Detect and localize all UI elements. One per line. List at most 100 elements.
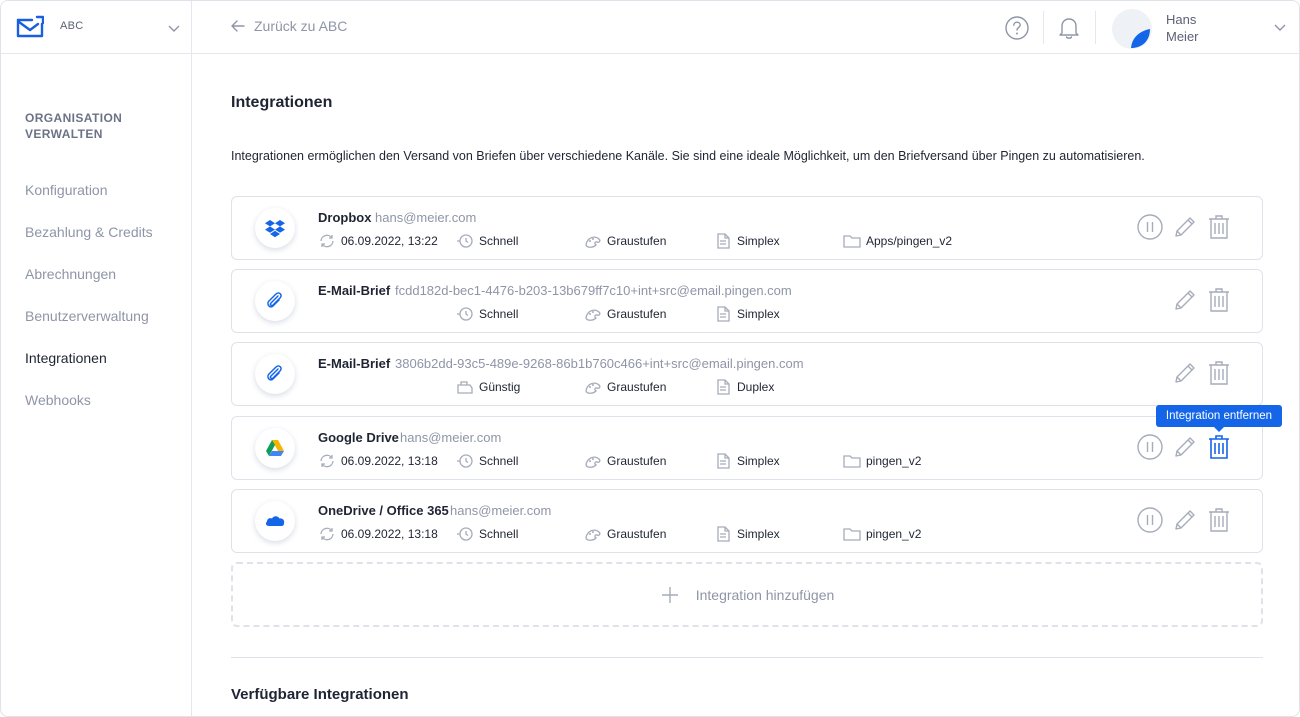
pause-button[interactable] xyxy=(1136,506,1164,534)
delete-tooltip: Integration entfernen xyxy=(1156,405,1282,432)
folder-icon xyxy=(843,528,861,541)
sync-icon xyxy=(320,454,334,468)
sidebar-item-konfiguration[interactable]: Konfiguration xyxy=(25,182,153,224)
integration-name: E-Mail-Brief xyxy=(318,283,391,298)
sidebar-item-abrechnungen[interactable]: Abrechnungen xyxy=(25,266,153,308)
trash-icon xyxy=(1209,361,1229,385)
clock-icon xyxy=(457,234,473,248)
delete-button[interactable] xyxy=(1205,506,1233,534)
clock-icon xyxy=(457,307,473,321)
delivery-speed: Schnell xyxy=(456,526,518,542)
speed-text: Günstig xyxy=(479,380,521,394)
back-link[interactable]: Zurück zu ABC xyxy=(230,18,347,34)
delete-button[interactable] xyxy=(1205,433,1233,461)
delivery-speed: Schnell xyxy=(456,233,518,249)
avatar[interactable] xyxy=(1112,9,1152,49)
paperclip-icon xyxy=(255,281,295,321)
document-icon xyxy=(717,453,730,469)
folder-path: pingen_v2 xyxy=(843,526,921,542)
print-text: Simplex xyxy=(737,527,780,541)
user-first-name: Hans xyxy=(1166,12,1197,27)
divider xyxy=(1095,11,1096,44)
trash-icon xyxy=(1209,508,1229,532)
divider xyxy=(231,657,1263,658)
user-last-name: Meier xyxy=(1166,29,1199,44)
speed-text: Schnell xyxy=(479,527,519,541)
trash-icon xyxy=(1209,435,1229,459)
arrow-left-icon xyxy=(231,20,245,32)
pause-button[interactable] xyxy=(1136,213,1164,241)
clock-icon xyxy=(457,454,473,468)
document-icon xyxy=(717,379,730,395)
edit-button[interactable] xyxy=(1171,506,1199,534)
sidebar-item-webhooks[interactable]: Webhooks xyxy=(25,392,153,434)
trash-icon xyxy=(1209,288,1229,312)
org-name: ABC xyxy=(60,20,84,32)
add-integration-button[interactable]: Integration hinzufügen xyxy=(231,562,1263,627)
top-bar: ABC Zurück zu ABC Hans Meier xyxy=(1,1,1299,54)
integration-account: 3806b2dd-93c5-489e-9268-86b1b760c466+int… xyxy=(395,356,804,371)
delete-button[interactable] xyxy=(1205,213,1233,241)
sync-time-text: 06.09.2022, 13:18 xyxy=(341,454,438,468)
color-text: Graustufen xyxy=(607,234,667,248)
trash-icon xyxy=(1209,215,1229,239)
integration-card-email-2: E-Mail-Brief 3806b2dd-93c5-489e-9268-86b… xyxy=(231,342,1263,406)
print-mode: Simplex xyxy=(714,233,780,249)
pencil-icon xyxy=(1175,363,1195,383)
color-mode: Graustufen xyxy=(584,526,666,542)
sidebar-nav: Konfiguration Bezahlung & Credits Abrech… xyxy=(25,182,153,434)
edit-button[interactable] xyxy=(1171,213,1199,241)
edit-button[interactable] xyxy=(1171,433,1199,461)
print-mode: Simplex xyxy=(714,306,780,322)
onedrive-icon xyxy=(255,501,295,541)
sync-icon xyxy=(320,234,334,248)
palette-icon xyxy=(585,236,601,248)
edit-button[interactable] xyxy=(1171,286,1199,314)
pause-icon xyxy=(1137,507,1163,533)
mail-logo-icon xyxy=(16,15,44,38)
palette-icon xyxy=(585,529,601,541)
org-switcher[interactable]: ABC xyxy=(1,1,192,54)
integration-card-email-1: E-Mail-Brief fcdd182d-bec1-4476-b203-13b… xyxy=(231,269,1263,333)
help-icon[interactable] xyxy=(1004,15,1030,41)
speed-text: Schnell xyxy=(479,454,519,468)
add-integration-label: Integration hinzufügen xyxy=(695,586,835,603)
dropbox-icon xyxy=(255,208,295,248)
integration-card-google-drive: Google Drive hans@meier.com 06.09.2022, … xyxy=(231,416,1263,480)
sidebar: ORGANISATION VERWALTEN Konfiguration Bez… xyxy=(1,54,192,716)
pause-button[interactable] xyxy=(1136,433,1164,461)
folder-icon xyxy=(843,455,861,468)
folder-text: pingen_v2 xyxy=(866,454,922,468)
pencil-icon xyxy=(1175,290,1195,310)
delete-button[interactable] xyxy=(1205,286,1233,314)
integration-account: fcdd182d-bec1-4476-b203-13b679ff7c10+int… xyxy=(395,283,792,298)
sync-time-text: 06.09.2022, 13:22 xyxy=(341,234,438,248)
pause-icon xyxy=(1137,214,1163,240)
sidebar-item-integrationen[interactable]: Integrationen xyxy=(25,350,153,392)
delete-button[interactable] xyxy=(1205,359,1233,387)
print-mode: Simplex xyxy=(714,453,780,469)
sidebar-heading: ORGANISATION VERWALTEN xyxy=(25,111,123,141)
speed-text: Schnell xyxy=(479,307,519,321)
delivery-speed: Schnell xyxy=(456,453,518,469)
pause-icon xyxy=(1137,434,1163,460)
document-icon xyxy=(717,306,730,322)
sync-time: 06.09.2022, 13:18 xyxy=(318,453,438,469)
integration-card-onedrive: OneDrive / Office 365 hans@meier.com 06.… xyxy=(231,489,1263,553)
sync-time: 06.09.2022, 13:18 xyxy=(318,526,438,542)
paperclip-icon xyxy=(255,354,295,394)
integration-card-dropbox: Dropbox hans@meier.com 06.09.2022, 13:22… xyxy=(231,196,1263,260)
color-text: Graustufen xyxy=(607,307,667,321)
bell-icon[interactable] xyxy=(1058,15,1080,41)
print-text: Simplex xyxy=(737,454,780,468)
sidebar-item-benutzerverwaltung[interactable]: Benutzerverwaltung xyxy=(25,308,153,350)
integration-name: OneDrive / Office 365 xyxy=(318,503,449,518)
user-menu[interactable]: Hans Meier xyxy=(1166,11,1199,45)
folder-text: pingen_v2 xyxy=(866,527,922,541)
folder-path: Apps/pingen_v2 xyxy=(843,233,952,249)
chevron-down-icon[interactable] xyxy=(1273,20,1287,34)
edit-button[interactable] xyxy=(1171,359,1199,387)
folder-path: pingen_v2 xyxy=(843,453,921,469)
sidebar-item-bezahlung[interactable]: Bezahlung & Credits xyxy=(25,224,153,266)
pencil-icon xyxy=(1175,437,1195,457)
